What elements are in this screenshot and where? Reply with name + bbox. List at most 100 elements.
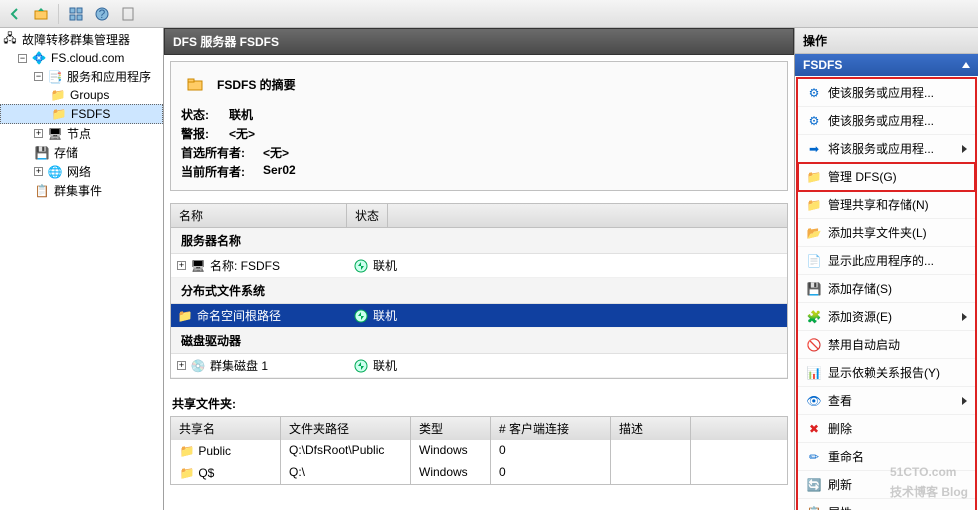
tree-storage[interactable]: 💾存储 — [0, 143, 163, 162]
col-name[interactable]: 名称 — [171, 204, 347, 227]
tree-pane: 🖧故障转移群集管理器 −💠FS.cloud.com −📑服务和应用程序 📁Gro… — [0, 28, 164, 510]
group-icon: 📁 — [50, 87, 66, 103]
share-type: Windows — [411, 462, 491, 484]
status-value: 联机 — [229, 106, 253, 123]
action-item-6[interactable]: 📄 显示此应用程序的... — [798, 247, 975, 275]
col-share-clients[interactable]: # 客户端连接 — [491, 417, 611, 440]
share-path: Q:\DfsRoot\Public — [281, 440, 411, 462]
nodes-icon: 🖥 — [47, 126, 63, 142]
collapse-icon[interactable]: − — [18, 54, 27, 63]
action-item-4[interactable]: 📁管理共享和存储(N) — [798, 191, 975, 219]
collapse-up-icon — [962, 62, 970, 68]
block-icon: 🚫 — [806, 337, 822, 353]
help-icon: ? — [94, 6, 110, 22]
actions-pane: 操作 FSDFS ⚙使该服务或应用程...⚙使该服务或应用程...➡将该服务或应… — [794, 28, 978, 510]
expand-icon[interactable]: + — [34, 129, 43, 138]
tree-root[interactable]: 🖧故障转移群集管理器 — [0, 30, 163, 49]
expand-icon[interactable]: + — [177, 361, 186, 370]
action-item-3[interactable]: 📁管理 DFS(G) — [798, 163, 975, 191]
row-cluster-disk[interactable]: +💿群集磁盘 1 联机 — [171, 354, 787, 378]
action-label: 添加存储(S) — [828, 280, 967, 297]
folder-icon — [181, 70, 209, 98]
tb-back-button[interactable] — [4, 3, 26, 25]
actions-subtitle[interactable]: FSDFS — [795, 54, 978, 76]
content-pane: DFS 服务器 FSDFS FSDFS 的摘要 状态:联机 自动启动: 是 警报… — [164, 28, 794, 510]
tree-label: FSDFS — [71, 107, 110, 121]
tb-props-button[interactable] — [65, 3, 87, 25]
doc-icon: 📄 — [806, 253, 822, 269]
action-label: 重命名 — [828, 448, 967, 465]
col-share-type[interactable]: 类型 — [411, 417, 491, 440]
share-folder-icon: 📁 — [179, 465, 195, 481]
expand-icon[interactable]: + — [177, 261, 186, 270]
action-item-9[interactable]: 🚫 禁用自动启动 — [798, 331, 975, 359]
tb-pin-button[interactable] — [117, 3, 139, 25]
action-item-7[interactable]: 💾添加存储(S) — [798, 275, 975, 303]
shares-table: 共享名 文件夹路径 类型 # 客户端连接 描述 📁 PublicQ:\DfsRo… — [170, 416, 788, 485]
dfs-icon: 📁 — [51, 106, 67, 122]
share-icon: 📂 — [806, 225, 822, 241]
gear-icon: ⚙ — [806, 85, 822, 101]
action-label: 将该服务或应用程... — [828, 140, 956, 157]
pin-icon — [120, 6, 136, 22]
resources-section: 名称 状态 服务器名称 +🖥名称: FSDFS 联机 分布式文件系统 📁命名空间… — [170, 203, 788, 379]
tb-up-button[interactable] — [30, 3, 52, 25]
tree-events[interactable]: 📋群集事件 — [0, 181, 163, 200]
action-item-12[interactable]: ✖删除 — [798, 415, 975, 443]
col-share-path[interactable]: 文件夹路径 — [281, 417, 411, 440]
toolbar-separator — [58, 4, 59, 24]
share-row-0[interactable]: 📁 PublicQ:\DfsRoot\PublicWindows0 — [171, 440, 787, 462]
action-item-10[interactable]: 📊显示依赖关系报告(Y) — [798, 359, 975, 387]
report-icon: 📊 — [806, 365, 822, 381]
row-namespace[interactable]: 📁命名空间根路径 联机 — [171, 304, 787, 328]
tree-label: 群集事件 — [54, 182, 102, 199]
tree-fsdfs[interactable]: 📁 FSDFS — [0, 104, 163, 124]
col-share-name[interactable]: 共享名 — [171, 417, 281, 440]
summary-box: FSDFS 的摘要 状态:联机 自动启动: 是 警报:<无> 首选所有者:<无>… — [170, 61, 788, 191]
action-item-15[interactable]: 📋属性 — [798, 499, 975, 510]
action-label: 查看 — [828, 392, 956, 409]
share-type: Windows — [411, 440, 491, 462]
cell-status: 联机 — [373, 257, 397, 274]
col-share-desc[interactable]: 描述 — [611, 417, 691, 440]
action-item-11[interactable]: 👁查看 — [798, 387, 975, 415]
col-status[interactable]: 状态 — [347, 204, 388, 227]
tree-nodes[interactable]: +🖥节点 — [0, 124, 163, 143]
cell-name: 命名空间根路径 — [197, 307, 281, 324]
action-item-5[interactable]: 📂 添加共享文件夹(L) — [798, 219, 975, 247]
action-label: 禁用自动启动 — [828, 336, 967, 353]
grid-icon — [68, 6, 84, 22]
tree-networks[interactable]: +🌐网络 — [0, 162, 163, 181]
action-label: 显示此应用程序的... — [828, 252, 967, 269]
arrow-left-icon — [7, 6, 23, 22]
tree-label: 存储 — [54, 144, 78, 161]
share-folder-icon: 📁 — [179, 443, 195, 459]
content-title: DFS 服务器 FSDFS — [164, 28, 794, 55]
row-server-name[interactable]: +🖥名称: FSDFS 联机 — [171, 254, 787, 278]
action-item-8[interactable]: 🧩添加资源(E) — [798, 303, 975, 331]
tb-help-button[interactable]: ? — [91, 3, 113, 25]
tree-groups[interactable]: 📁Groups — [0, 86, 163, 104]
cluster-icon: 🖧 — [2, 32, 18, 48]
share-row-1[interactable]: 📁 Q$Q:\Windows0 — [171, 462, 787, 484]
storage-icon: 💾 — [34, 145, 50, 161]
share-clients: 0 — [491, 462, 611, 484]
action-label: 添加共享文件夹(L) — [828, 224, 967, 241]
resources-header: 名称 状态 — [171, 204, 787, 228]
action-item-0[interactable]: ⚙ 使该服务或应用程... — [798, 79, 975, 107]
tree-services[interactable]: −📑服务和应用程序 — [0, 67, 163, 86]
submenu-arrow-icon — [962, 145, 967, 153]
action-item-1[interactable]: ⚙使该服务或应用程... — [798, 107, 975, 135]
actions-list: ⚙使该服务或应用程...⚙使该服务或应用程...➡将该服务或应用程...📁管理 … — [796, 77, 977, 510]
action-item-13[interactable]: ✏重命名 — [798, 443, 975, 471]
action-item-14[interactable]: 🔄刷新 — [798, 471, 975, 499]
action-label: 使该服务或应用程... — [828, 84, 967, 101]
tree-label: FS.cloud.com — [51, 51, 124, 65]
collapse-icon[interactable]: − — [34, 72, 43, 81]
action-item-2[interactable]: ➡将该服务或应用程... — [798, 135, 975, 163]
expand-icon[interactable]: + — [34, 167, 43, 176]
status-label: 状态: — [181, 106, 229, 123]
actions-title: 操作 — [795, 28, 978, 54]
actions-subtitle-text: FSDFS — [803, 58, 842, 72]
tree-cluster[interactable]: −💠FS.cloud.com — [0, 49, 163, 67]
